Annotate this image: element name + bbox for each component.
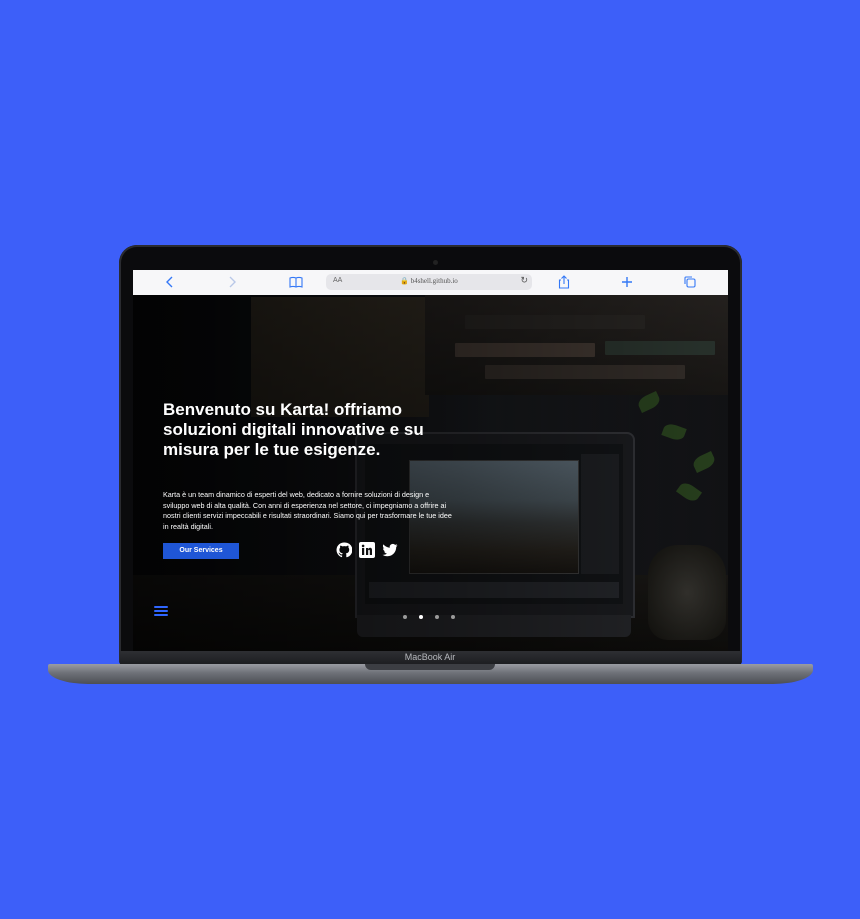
carousel-indicators [403,606,467,619]
carousel-dot-1[interactable] [403,615,407,619]
device-model-label: MacBook Air [404,652,456,662]
new-tab-icon[interactable] [620,275,634,289]
bookmarks-icon[interactable] [289,275,303,289]
address-bar[interactable]: AA 🔒 b4shell.github.io ↻ [326,274,532,290]
url-label: b4shell.github.io [410,277,458,285]
url-text: 🔒 b4shell.github.io [326,277,532,285]
hamburger-menu-icon[interactable] [154,606,168,617]
twitter-icon[interactable] [382,542,398,558]
forward-icon[interactable] [225,275,239,289]
browser-toolbar: AA 🔒 b4shell.github.io ↻ [133,270,728,296]
share-icon[interactable] [557,275,571,289]
tabs-icon[interactable] [683,275,697,289]
camera [433,260,438,265]
hero-section: Benvenuto su Karta! offriamo soluzioni d… [133,295,728,651]
hero-overlay [133,295,728,651]
carousel-dot-4[interactable] [451,615,455,619]
hero-headline: Benvenuto su Karta! offriamo soluzioni d… [163,400,424,459]
github-icon[interactable] [336,542,353,558]
laptop-screen: AA 🔒 b4shell.github.io ↻ Benvenuto su Ka… [133,270,728,651]
carousel-dot-3[interactable] [435,615,439,619]
reload-icon[interactable]: ↻ [520,275,528,286]
carousel-dot-2[interactable] [419,615,423,619]
laptop-notch [365,664,495,670]
hero-description: Karta è un team dinamico di esperti del … [163,490,452,531]
lock-icon: 🔒 [400,277,409,285]
back-icon[interactable] [163,275,177,289]
our-services-button[interactable]: Our Services [163,543,239,559]
linkedin-icon[interactable] [359,542,375,558]
